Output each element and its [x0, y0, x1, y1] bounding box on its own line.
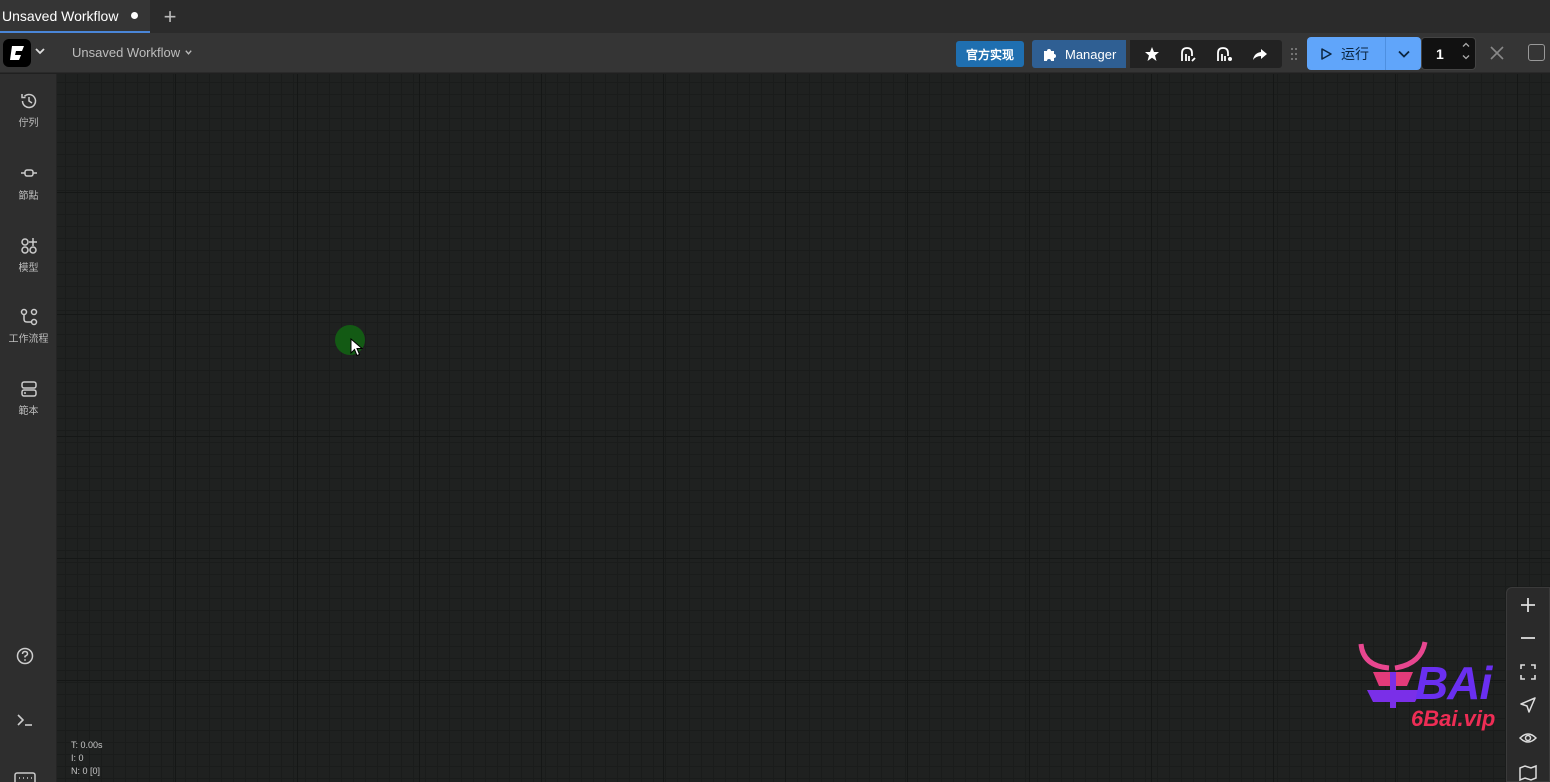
select-mode-icon[interactable]: [1517, 696, 1539, 714]
chevron-down-icon: [1397, 50, 1410, 58]
workflow-icon: [20, 308, 37, 326]
terminal-icon[interactable]: [15, 710, 35, 730]
increment-icon[interactable]: [1461, 40, 1471, 50]
logo-icon: [10, 46, 24, 60]
puzzle-icon: [1044, 49, 1056, 61]
help-icon[interactable]: [15, 646, 35, 666]
manager-label: Manager: [1065, 46, 1117, 62]
watermark-text: BAi: [1415, 657, 1492, 709]
tab-title: Unsaved Workflow: [2, 7, 119, 24]
tab-strip: Unsaved Workflow +: [0, 0, 1550, 33]
comfy-logo[interactable]: [3, 39, 31, 67]
new-tab-button[interactable]: +: [150, 0, 190, 33]
mouse-cursor-icon: [350, 338, 364, 357]
official-button[interactable]: 官方实现: [956, 41, 1025, 67]
history-icon: [20, 93, 36, 109]
visibility-icon[interactable]: [1517, 729, 1539, 747]
models-icon: [20, 238, 37, 254]
stat-time: T: 0.00s: [71, 740, 103, 750]
star-icon[interactable]: [1141, 43, 1163, 65]
unsaved-indicator: [131, 12, 138, 19]
zoom-controls: [1506, 587, 1550, 782]
sidebar-item-models[interactable]: 模型: [0, 236, 57, 274]
canvas-stats: T: 0.00s I: 0 N: 0 [0]: [71, 739, 103, 778]
keyboard-icon[interactable]: [14, 771, 36, 782]
toggle-panel-button[interactable]: [1528, 44, 1545, 61]
minimap-icon[interactable]: [1517, 763, 1539, 781]
drag-handle-icon[interactable]: [1290, 47, 1298, 61]
play-icon: [1321, 47, 1332, 60]
template-icon: [20, 381, 37, 397]
graph-canvas[interactable]: [57, 74, 1550, 782]
decrement-icon[interactable]: [1461, 52, 1471, 62]
sidebar-item-label: 節點: [18, 191, 39, 202]
sidebar-item-label: 範本: [18, 406, 39, 417]
menubar: Unsaved Workflow 官方实现 Manager 运行 1: [0, 33, 1550, 73]
chevron-down-icon: [185, 50, 192, 55]
tab-unsaved-workflow[interactable]: Unsaved Workflow: [0, 0, 150, 33]
run-mode-dropdown[interactable]: [1385, 37, 1421, 70]
manager-button[interactable]: Manager: [1032, 40, 1127, 68]
run-label: 运行: [1341, 45, 1369, 62]
sidebar: 佇列 節點 模型 工作流程 範本: [0, 74, 57, 782]
node-icon: [20, 169, 37, 177]
share-icon[interactable]: [1249, 43, 1271, 65]
toolbar-group: [1130, 40, 1282, 68]
workflow-name-dropdown[interactable]: Unsaved Workflow: [72, 45, 193, 60]
sidebar-item-label: 工作流程: [8, 334, 49, 345]
fit-view-icon[interactable]: [1517, 663, 1539, 681]
chevron-down-icon[interactable]: [34, 45, 46, 57]
sidebar-item-label: 模型: [18, 263, 39, 274]
zoom-out-icon[interactable]: [1517, 629, 1539, 647]
sidebar-item-workflows[interactable]: 工作流程: [0, 307, 57, 345]
stat-iterations: I: 0: [71, 753, 84, 763]
batch-count-input[interactable]: 1: [1421, 37, 1476, 70]
batch-count-value: 1: [1436, 45, 1444, 62]
sidebar-item-templates[interactable]: 範本: [0, 379, 57, 417]
watermark-url: 6Bai.vip: [1411, 706, 1496, 731]
free-memory-icon[interactable]: [1213, 43, 1235, 65]
workflow-name: Unsaved Workflow: [72, 45, 181, 60]
sidebar-item-nodes[interactable]: 節點: [0, 164, 57, 202]
sidebar-item-queue[interactable]: 佇列: [0, 91, 57, 129]
run-button[interactable]: 运行: [1307, 37, 1385, 70]
sidebar-item-label: 佇列: [18, 118, 39, 129]
close-icon[interactable]: [1488, 44, 1506, 62]
unload-models-icon[interactable]: [1177, 43, 1199, 65]
zoom-in-icon[interactable]: [1517, 596, 1539, 614]
stat-nodes: N: 0 [0]: [71, 766, 101, 776]
watermark: BAi 6Bai.vip: [1355, 638, 1505, 738]
